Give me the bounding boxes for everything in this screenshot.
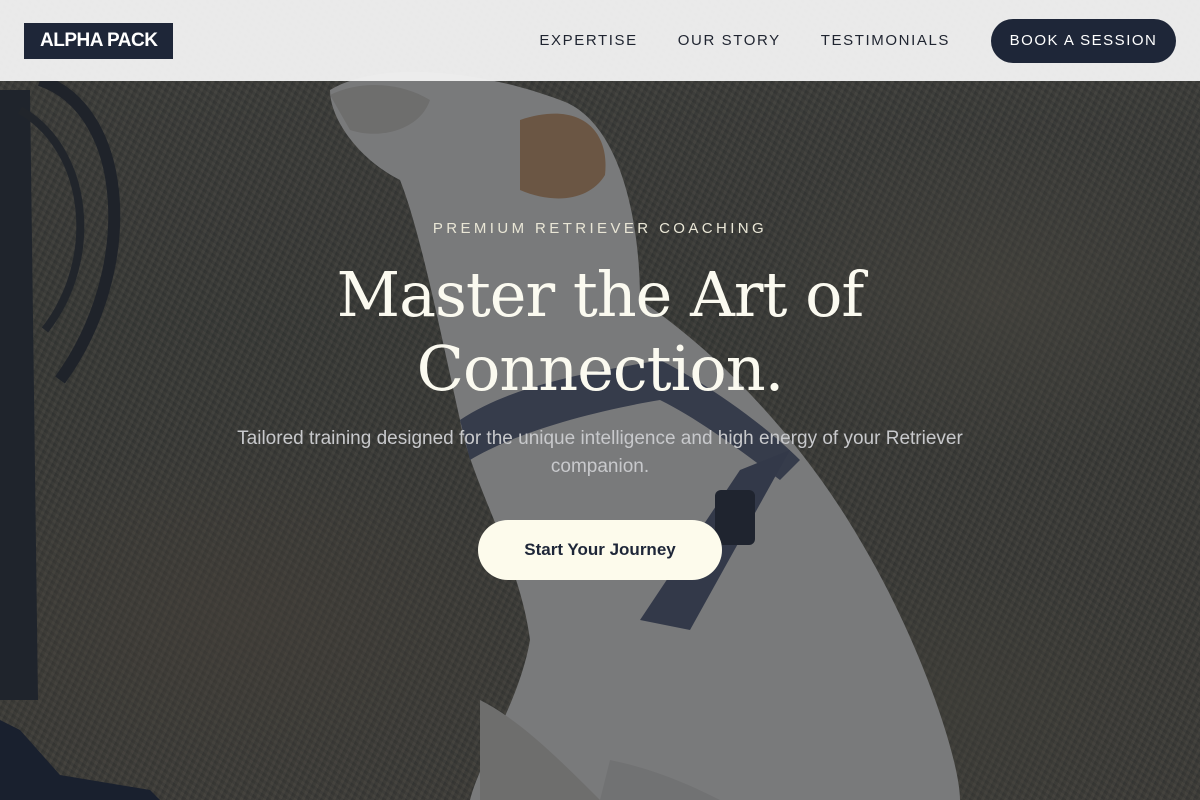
hero-headline-line2: Connection. xyxy=(416,332,785,405)
hero-headline-line1: Master the Art of xyxy=(336,258,865,331)
start-journey-button[interactable]: Start Your Journey xyxy=(478,520,722,580)
hero-subtext: Tailored training designed for the uniqu… xyxy=(237,428,963,477)
hero-section: PREMIUM RETRIEVER COACHING Master the Ar… xyxy=(0,0,1200,800)
hero-headline: Master the Art of Connection. xyxy=(0,258,1200,406)
hero-eyebrow: PREMIUM RETRIEVER COACHING xyxy=(432,220,768,237)
